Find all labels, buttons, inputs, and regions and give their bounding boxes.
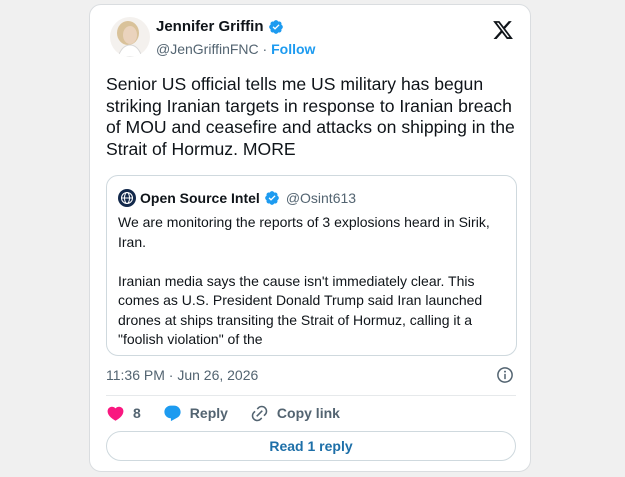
handle-separator: · <box>262 41 268 57</box>
quoted-author-avatar <box>118 189 136 207</box>
info-icon[interactable] <box>496 366 514 384</box>
verified-badge-icon <box>264 191 279 205</box>
heart-icon <box>107 406 124 421</box>
author-photo <box>110 17 150 57</box>
author-handle[interactable]: @JenGriffinFNC <box>156 41 259 57</box>
tweet-actions: 8 Reply Copy link <box>106 403 362 423</box>
tweet-text: Senior US official tells me US military … <box>106 74 515 159</box>
verified-badge-icon <box>268 19 283 34</box>
read-replies-button[interactable]: Read 1 reply <box>106 431 516 461</box>
like-count: 8 <box>133 405 141 421</box>
speech-bubble-icon <box>164 405 181 421</box>
reply-button[interactable]: Reply <box>163 403 228 423</box>
quoted-author-handle: @Osint613 <box>285 190 357 206</box>
divider <box>106 395 516 396</box>
globe-logo-icon <box>118 189 136 207</box>
reply-label: Reply <box>189 405 228 421</box>
copy-link-button[interactable]: Copy link <box>250 403 340 423</box>
follow-button[interactable]: Follow <box>271 41 315 57</box>
copy-link-label: Copy link <box>276 405 340 421</box>
quoted-tweet-text: We are monitoring the reports of 3 explo… <box>118 214 490 347</box>
quoted-tweet-header: Open Source Intel @Osint613 <box>118 189 356 207</box>
tweet-timestamp[interactable]: 11:36 PM · Jun 26, 2026 <box>106 367 258 383</box>
link-icon <box>251 405 268 421</box>
x-logo-icon[interactable] <box>492 19 514 41</box>
author-name-text[interactable]: Jennifer Griffin <box>156 18 264 35</box>
author-avatar[interactable] <box>110 17 150 57</box>
like-button[interactable]: 8 <box>106 403 141 423</box>
quoted-tweet[interactable]: Open Source Intel @Osint613 We are monit… <box>106 175 517 356</box>
embedded-tweet-card: Jennifer Griffin @JenGriffinFNC · Follow… <box>89 4 531 472</box>
author-name[interactable]: Jennifer Griffin <box>156 18 284 35</box>
author-handle-line: @JenGriffinFNC · Follow <box>156 41 315 57</box>
quoted-author-name: Open Source Intel <box>140 190 260 206</box>
